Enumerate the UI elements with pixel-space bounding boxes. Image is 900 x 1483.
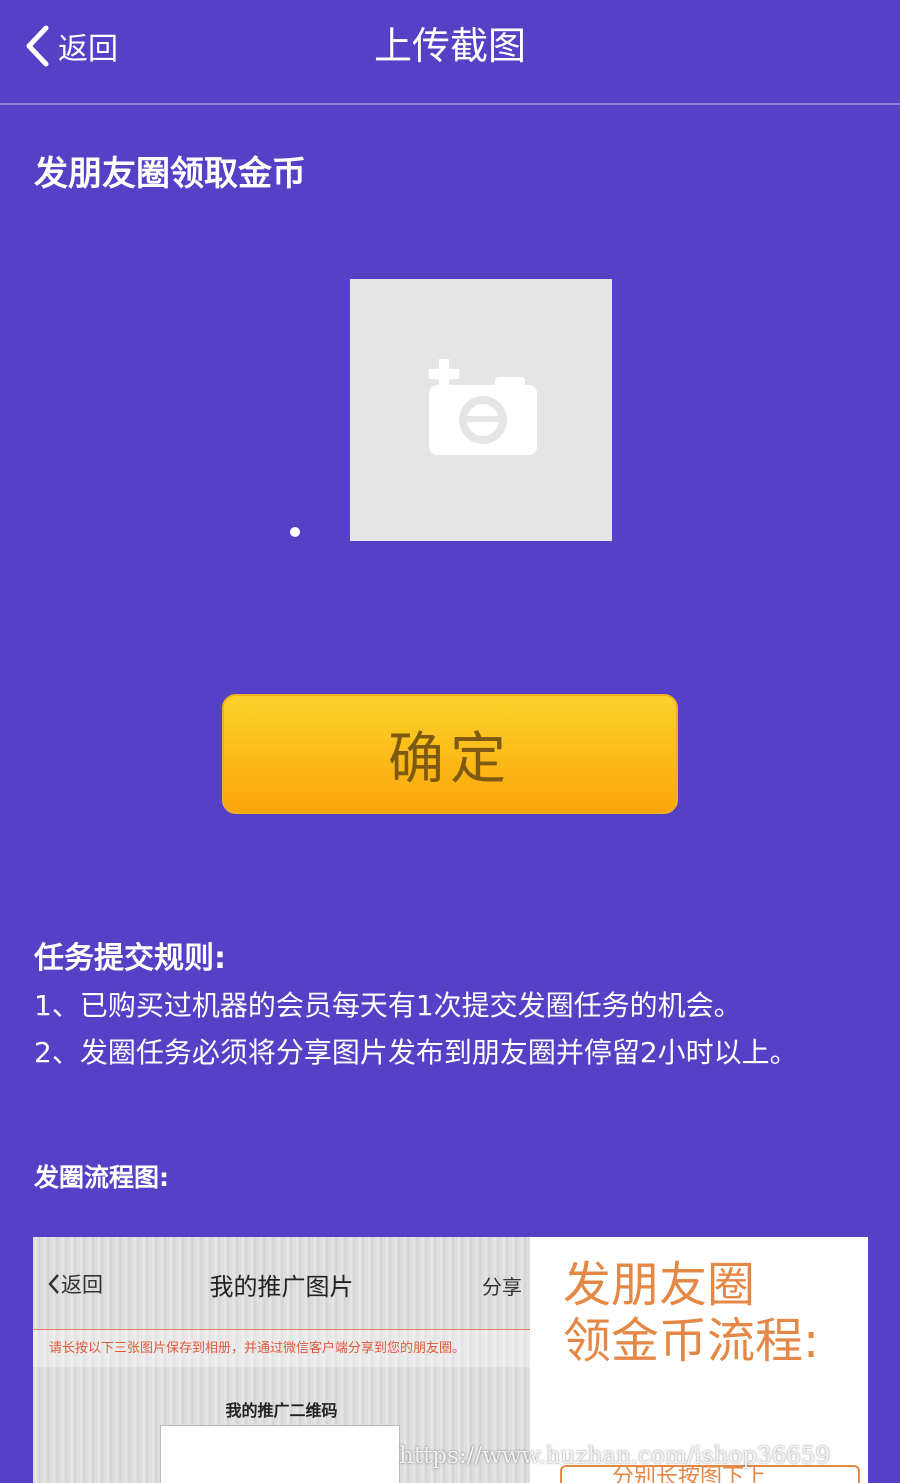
indicator-dot	[290, 527, 300, 537]
section-title: 发朋友圈领取金币	[34, 154, 306, 194]
page-title: 上传截图	[373, 24, 526, 68]
phone-header: 返回 我的推广图片 分享	[33, 1237, 530, 1325]
rule-item: 1、已购买过机器的会员每天有1次提交发圈任务的机会。	[34, 989, 742, 1022]
watermark: https://www.huzhan.com/ishop36659	[399, 1443, 831, 1469]
confirm-button[interactable]: 确定	[222, 694, 678, 814]
upload-image-box[interactable]	[350, 279, 612, 541]
flow-heading-line2: 领金币流程:	[563, 1313, 820, 1369]
rule-item: 2、发圈任务必须将分享图片发布到朋友圈并停留2小时以上。	[34, 1036, 798, 1069]
phone-qr-placeholder	[160, 1425, 400, 1483]
rules-title: 任务提交规则:	[34, 941, 226, 976]
phone-title: 我的推广图片	[209, 1273, 354, 1301]
top-navbar: 返回 上传截图	[0, 0, 900, 105]
rules-section: 任务提交规则: 1、已购买过机器的会员每天有1次提交发圈任务的机会。 2、发圈任…	[34, 935, 874, 1076]
flow-heading-line1: 发朋友圈	[563, 1257, 756, 1313]
phone-hint: 请长按以下三张图片保存到相册，并通过微信客户端分享到您的朋友圈。	[33, 1329, 530, 1367]
phone-qr-label: 我的推广二维码	[225, 1401, 338, 1420]
add-photo-camera-icon	[429, 359, 537, 455]
phone-share: 分享	[482, 1275, 522, 1299]
flow-heading: 发朋友圈 领金币流程:	[563, 1257, 819, 1369]
flow-title: 发圈流程图:	[34, 1163, 169, 1192]
